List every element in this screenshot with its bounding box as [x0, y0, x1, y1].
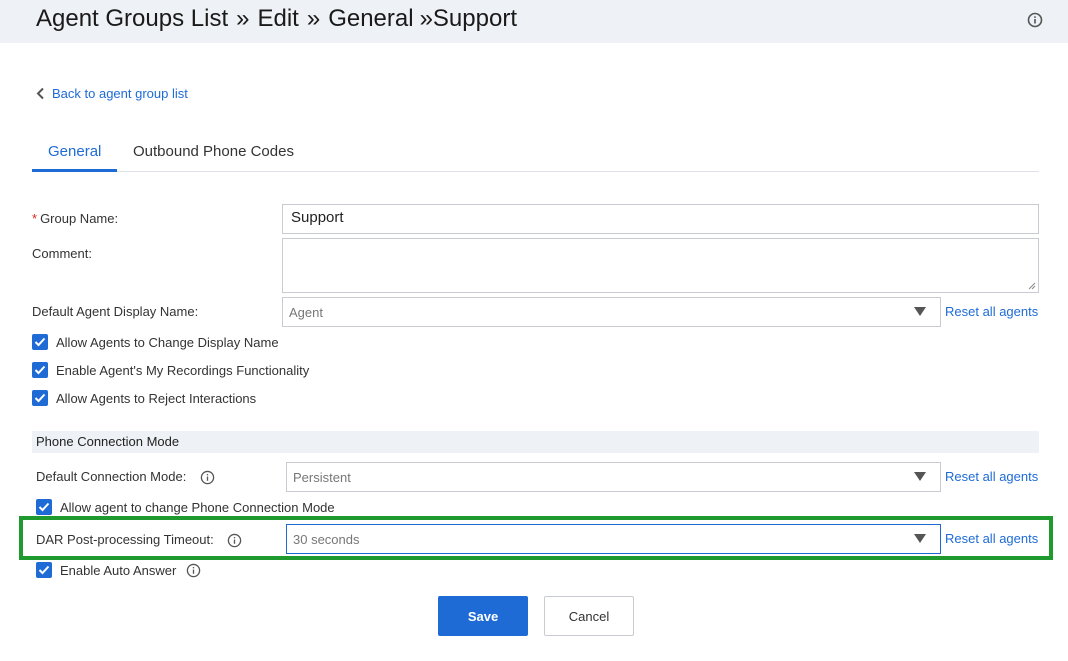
- group-name-label: * Group Name:: [32, 211, 118, 226]
- dar-timeout-select[interactable]: 30 seconds: [286, 524, 941, 554]
- tab-outbound-phone-codes[interactable]: Outbound Phone Codes: [117, 132, 310, 172]
- group-name-label-text: Group Name:: [40, 211, 119, 226]
- info-icon[interactable]: [227, 533, 242, 548]
- checkbox-row-change-display-name: Allow Agents to Change Display Name: [32, 334, 279, 350]
- allow-change-connection-mode-checkbox[interactable]: [36, 499, 52, 515]
- dropdown-arrow-icon: [914, 307, 926, 316]
- default-display-name-select[interactable]: Agent: [282, 297, 941, 327]
- allow-change-display-name-checkbox[interactable]: [32, 334, 48, 350]
- allow-reject-interactions-checkbox[interactable]: [32, 390, 48, 406]
- checkbox-label: Allow agent to change Phone Connection M…: [60, 499, 335, 515]
- checkbox-row-my-recordings: Enable Agent's My Recordings Functionali…: [32, 362, 309, 378]
- checkbox-label: Enable Auto Answer: [60, 562, 177, 578]
- enable-my-recordings-checkbox[interactable]: [32, 362, 48, 378]
- check-icon: [34, 365, 46, 375]
- back-link-label: Back to agent group list: [52, 86, 188, 101]
- connection-mode-label: Default Connection Mode:: [36, 469, 215, 485]
- connection-mode-select[interactable]: Persistent: [286, 462, 941, 492]
- checkbox-row-allow-change-mode: Allow agent to change Phone Connection M…: [36, 499, 335, 515]
- section-title-phone-connection-mode: Phone Connection Mode: [32, 431, 1039, 453]
- check-icon: [38, 502, 50, 512]
- dropdown-arrow-icon: [914, 534, 926, 543]
- enable-auto-answer-checkbox[interactable]: [36, 562, 52, 578]
- breadcrumb-edit[interactable]: Edit: [257, 5, 298, 32]
- breadcrumb-separator: »: [306, 5, 321, 32]
- default-display-name-label: Default Agent Display Name:: [32, 304, 199, 319]
- required-mark: *: [32, 211, 38, 226]
- connection-mode-value: Persistent: [293, 469, 351, 485]
- dar-timeout-value: 30 seconds: [293, 531, 360, 547]
- comment-textarea[interactable]: [282, 238, 1039, 293]
- checkbox-row-auto-answer: Enable Auto Answer: [36, 562, 201, 578]
- checkbox-label: Enable Agent's My Recordings Functionali…: [56, 362, 310, 378]
- breadcrumb-general[interactable]: General: [328, 5, 413, 32]
- save-button[interactable]: Save: [438, 596, 528, 636]
- breadcrumb: Agent Groups List » Edit » General »Support: [36, 5, 523, 33]
- back-link[interactable]: Back to agent group list: [36, 86, 188, 101]
- cancel-button[interactable]: Cancel: [544, 596, 634, 636]
- tab-bar: General Outbound Phone Codes: [32, 132, 1039, 172]
- default-display-name-value: Agent: [289, 304, 323, 320]
- tab-general[interactable]: General: [32, 132, 118, 172]
- info-icon[interactable]: [200, 470, 215, 485]
- connection-mode-label-text: Default Connection Mode:: [36, 469, 187, 484]
- resize-handle-icon[interactable]: [1028, 282, 1036, 290]
- info-icon[interactable]: [1027, 12, 1043, 28]
- checkbox-label: Allow Agents to Reject Interactions: [56, 390, 257, 406]
- info-icon[interactable]: [186, 563, 201, 578]
- chevron-left-icon: [36, 87, 44, 100]
- dropdown-arrow-icon: [914, 472, 926, 481]
- dar-timeout-label-text: DAR Post-processing Timeout:: [36, 532, 214, 547]
- comment-label: Comment:: [32, 246, 92, 261]
- dar-timeout-label: DAR Post-processing Timeout:: [36, 532, 242, 548]
- check-icon: [34, 393, 46, 403]
- reset-dar-timeout-link[interactable]: Reset all agents: [945, 531, 1038, 546]
- breadcrumb-agent-groups-list[interactable]: Agent Groups List: [36, 5, 228, 32]
- check-icon: [38, 565, 50, 575]
- checkbox-row-reject-interactions: Allow Agents to Reject Interactions: [32, 390, 256, 406]
- reset-display-name-link[interactable]: Reset all agents: [945, 304, 1038, 319]
- checkbox-label: Allow Agents to Change Display Name: [56, 334, 279, 350]
- reset-connection-mode-link[interactable]: Reset all agents: [945, 469, 1038, 484]
- breadcrumb-current: »Support: [419, 5, 517, 32]
- top-bar: Agent Groups List » Edit » General »Support: [0, 0, 1068, 43]
- breadcrumb-separator: »: [236, 5, 250, 32]
- group-name-input[interactable]: Support: [282, 204, 1039, 234]
- check-icon: [34, 337, 46, 347]
